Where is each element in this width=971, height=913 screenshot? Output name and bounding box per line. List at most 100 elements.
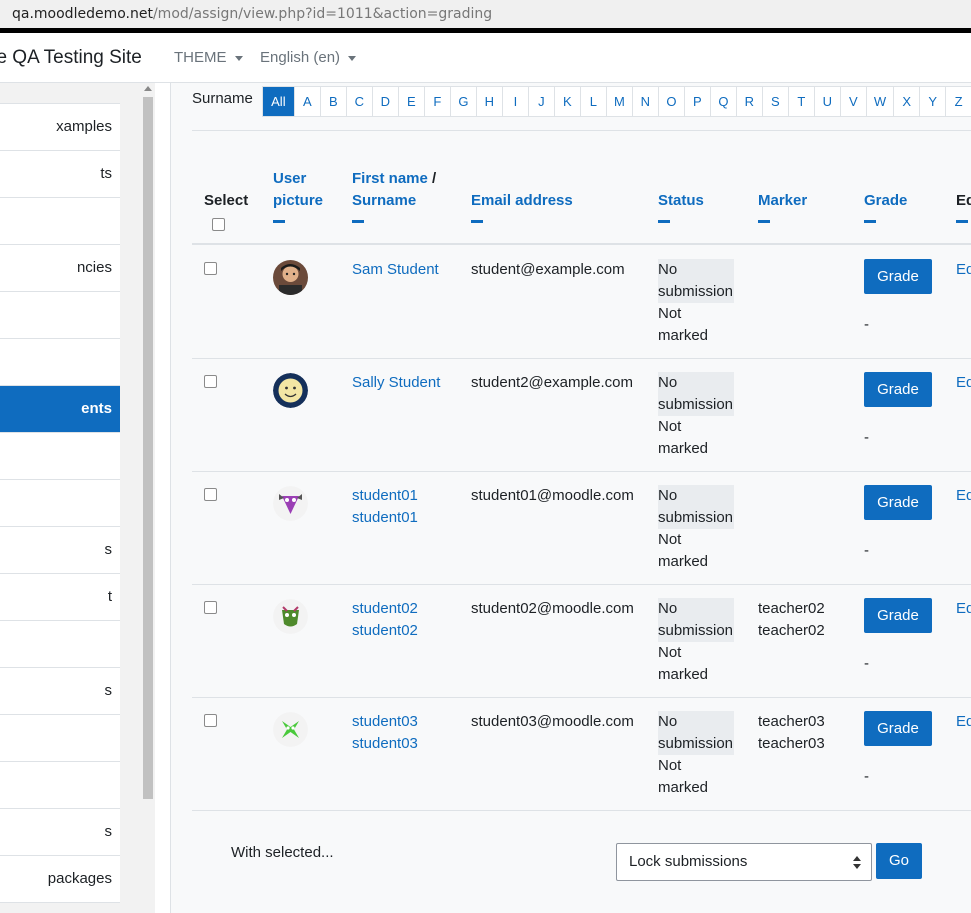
edit-menu-link[interactable]: Ed	[956, 598, 971, 620]
select-all-checkbox[interactable]	[212, 218, 225, 231]
initial-letter-link[interactable]: C	[346, 87, 373, 116]
initial-letter-link[interactable]: M	[606, 87, 633, 116]
bulk-action-select[interactable]: Lock submissions	[616, 843, 872, 881]
col-marker[interactable]: Marker	[758, 190, 807, 223]
col-status[interactable]: Status	[658, 190, 704, 223]
initial-letter-link[interactable]: I	[502, 87, 529, 116]
user-name-link[interactable]: student03 student03	[352, 711, 462, 755]
initial-letter-link[interactable]: T	[788, 87, 815, 116]
initial-letter-link[interactable]: G	[450, 87, 477, 116]
theme-menu[interactable]: THEME	[174, 49, 243, 66]
initial-letter-link[interactable]: Q	[710, 87, 737, 116]
sort-marker-link[interactable]: Marker	[758, 192, 807, 209]
collapse-dash-icon[interactable]	[956, 220, 968, 223]
sort-surname-link[interactable]: Surname	[352, 192, 416, 209]
initial-letter-link[interactable]: Z	[946, 87, 971, 116]
user-avatar[interactable]	[273, 260, 308, 295]
drawer-scrollbar[interactable]	[143, 83, 153, 913]
row-select-checkbox[interactable]	[204, 488, 217, 501]
drawer-item[interactable]: s	[0, 809, 120, 856]
drawer-item[interactable]	[0, 198, 120, 245]
grade-button[interactable]: Grade	[864, 598, 932, 633]
initial-letter-link[interactable]: P	[684, 87, 711, 116]
edit-menu-link[interactable]: Ed	[956, 485, 971, 507]
grade-button[interactable]: Grade	[864, 259, 932, 294]
user-name-line-1[interactable]: Sally Student	[352, 374, 440, 391]
user-name-line-1[interactable]: student01	[352, 487, 418, 504]
go-button[interactable]: Go	[876, 843, 922, 879]
edit-menu-link[interactable]: Ed	[956, 259, 971, 281]
user-name-line-1[interactable]: student03	[352, 713, 418, 730]
address-bar[interactable]: qa.moodledemo.net/mod/assign/view.php?id…	[0, 0, 971, 28]
sort-status-link[interactable]: Status	[658, 192, 704, 209]
initial-letter-link[interactable]: All	[262, 87, 295, 116]
initial-letter-link[interactable]: V	[840, 87, 867, 116]
drawer-item[interactable]	[0, 762, 120, 809]
col-grade[interactable]: Grade	[864, 190, 907, 223]
col-user-picture[interactable]: User picture	[273, 168, 323, 223]
initial-letter-link[interactable]: Y	[920, 87, 947, 116]
initial-letter-link[interactable]: R	[736, 87, 763, 116]
initial-letter-link[interactable]: O	[658, 87, 685, 116]
site-name[interactable]: lle QA Testing Site	[0, 47, 142, 69]
initial-letter-link[interactable]: N	[632, 87, 659, 116]
initial-letter-link[interactable]: D	[372, 87, 399, 116]
drawer-item[interactable]: packages	[0, 856, 120, 903]
user-name-line-1[interactable]: student02	[352, 600, 418, 617]
drawer-item[interactable]: ts	[0, 151, 120, 198]
drawer-item[interactable]	[0, 480, 120, 527]
user-name-link[interactable]: student01 student01	[352, 485, 462, 529]
user-name-link[interactable]: student02 student02	[352, 598, 462, 642]
language-menu[interactable]: English (en)	[260, 49, 357, 66]
initial-letter-link[interactable]: L	[580, 87, 607, 116]
sort-grade-link[interactable]: Grade	[864, 192, 907, 209]
initial-letter-link[interactable]: F	[424, 87, 451, 116]
scrollbar-thumb[interactable]	[143, 97, 153, 799]
user-name-link[interactable]: Sally Student	[352, 372, 462, 394]
initial-letter-link[interactable]: H	[476, 87, 503, 116]
drawer-item[interactable]: s	[0, 668, 120, 715]
collapse-dash-icon[interactable]	[273, 220, 285, 223]
scroll-up-arrow-icon[interactable]	[144, 86, 152, 91]
user-name-line-2[interactable]: student01	[352, 509, 418, 526]
collapse-dash-icon[interactable]	[352, 220, 364, 223]
sort-email-link[interactable]: Email address	[471, 192, 573, 209]
drawer-item[interactable]	[0, 433, 120, 480]
collapse-dash-icon[interactable]	[658, 220, 670, 223]
initial-letter-link[interactable]: A	[294, 87, 321, 116]
drawer-item[interactable]: t	[0, 574, 120, 621]
edit-menu-link[interactable]: Ed	[956, 372, 971, 394]
drawer-item[interactable]: ncies	[0, 245, 120, 292]
collapse-dash-icon[interactable]	[864, 220, 876, 223]
drawer-item[interactable]: xamples	[0, 104, 120, 151]
row-select-checkbox[interactable]	[204, 714, 217, 727]
initial-letter-link[interactable]: W	[866, 87, 895, 116]
col-name[interactable]: First name / Surname	[352, 168, 436, 223]
user-avatar[interactable]	[273, 599, 308, 634]
collapse-dash-icon[interactable]	[758, 220, 770, 223]
col-email[interactable]: Email address	[471, 190, 573, 223]
user-name-link[interactable]: Sam Student	[352, 259, 462, 281]
user-name-line-1[interactable]: Sam Student	[352, 261, 439, 278]
drawer-item[interactable]: s	[0, 527, 120, 574]
user-name-line-2[interactable]: student03	[352, 735, 418, 752]
sort-firstname-link[interactable]: First name	[352, 170, 428, 187]
grade-button[interactable]: Grade	[864, 711, 932, 746]
drawer-item[interactable]	[0, 621, 120, 668]
collapse-dash-icon[interactable]	[471, 220, 483, 223]
initial-letter-link[interactable]: S	[762, 87, 789, 116]
drawer-item[interactable]	[0, 339, 120, 386]
initial-letter-link[interactable]: K	[554, 87, 581, 116]
user-avatar[interactable]	[273, 373, 308, 408]
drawer-item[interactable]	[0, 292, 120, 339]
edit-menu-link[interactable]: Ed	[956, 711, 971, 733]
grade-button[interactable]: Grade	[864, 372, 932, 407]
drawer-item[interactable]: ents	[0, 386, 120, 433]
grade-button[interactable]: Grade	[864, 485, 932, 520]
row-select-checkbox[interactable]	[204, 262, 217, 275]
initial-letter-link[interactable]: B	[320, 87, 347, 116]
drawer-item[interactable]	[0, 715, 120, 762]
initial-letter-link[interactable]: U	[814, 87, 841, 116]
user-avatar[interactable]	[273, 712, 308, 747]
user-avatar[interactable]	[273, 486, 308, 521]
